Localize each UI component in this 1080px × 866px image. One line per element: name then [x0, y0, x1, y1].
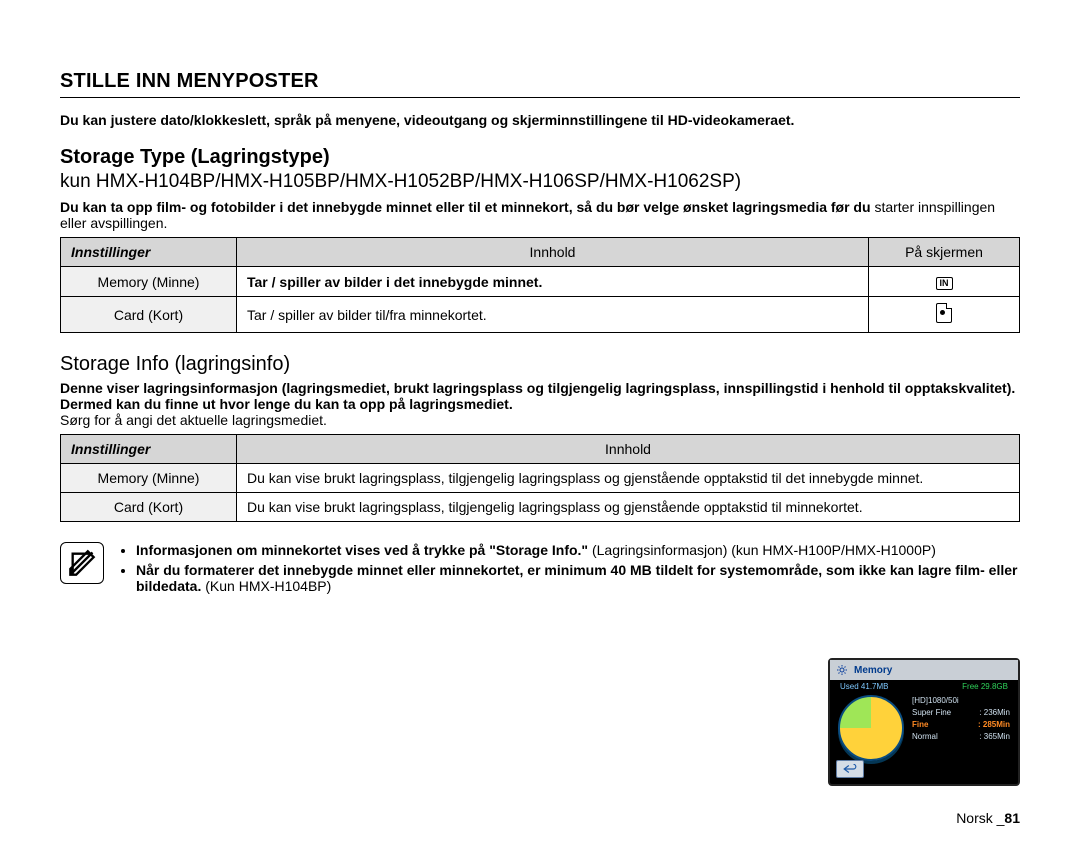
- table-row: Card (Kort) Tar / spiller av bilder til/…: [61, 297, 1020, 333]
- spec-row: Normal: 365Min: [912, 731, 1010, 743]
- note-text: Informasjonen om minnekortet vises ved å…: [118, 542, 1020, 598]
- screen-usage-row: Used 41.7MB Free 29.8GB: [830, 680, 1018, 691]
- internal-memory-icon: IN: [936, 277, 953, 290]
- storage-type-table: Innstillinger Innhold På skjermen Memory…: [60, 237, 1020, 333]
- cell-setting: Card (Kort): [61, 493, 237, 522]
- intro-text: Du kan justere dato/klokkeslett, språk p…: [60, 112, 1020, 128]
- screen-specs: [HD]1080/50i Super Fine: 236Min Fine: 28…: [912, 695, 1010, 761]
- table-header-onscreen: På skjermen: [869, 238, 1020, 267]
- page-heading: STILLE INN MENYPOSTER: [60, 70, 1020, 93]
- heading-rule: [60, 97, 1020, 98]
- cell-content: Tar / spiller av bilder i det innebygde …: [237, 267, 869, 297]
- storage-info-screen: Memory Used 41.7MB Free 29.8GB [HD]1080/…: [828, 658, 1020, 786]
- cell-setting: Memory (Minne): [61, 267, 237, 297]
- table-row: Memory (Minne) Tar / spiller av bilder i…: [61, 267, 1020, 297]
- cell-setting: Memory (Minne): [61, 464, 237, 493]
- section-storage-type-body: Du kan ta opp film- og fotobilder i det …: [60, 199, 1020, 231]
- back-button[interactable]: [836, 760, 864, 778]
- section-storage-info-title: Storage Info (lagringsinfo): [60, 353, 1020, 376]
- cell-content: Tar / spiller av bilder til/fra minnekor…: [237, 297, 869, 333]
- back-arrow-icon: [843, 764, 857, 774]
- memory-card-icon: [936, 303, 952, 323]
- table-header-settings: Innstillinger: [61, 238, 237, 267]
- storage-info-table: Innstillinger Innhold Memory (Minne) Du …: [60, 434, 1020, 522]
- cell-setting: Card (Kort): [61, 297, 237, 333]
- table-row: Memory (Minne) Du kan vise brukt lagring…: [61, 464, 1020, 493]
- cell-icon: IN: [869, 267, 1020, 297]
- table-row: Card (Kort) Du kan vise brukt lagringspl…: [61, 493, 1020, 522]
- spec-row-highlight: Fine: 285Min: [912, 719, 1010, 731]
- manual-page: STILLE INN MENYPOSTER Du kan justere dat…: [0, 0, 1080, 866]
- table-header-settings: Innstillinger: [61, 435, 237, 464]
- spec-mode: [HD]1080/50i: [912, 695, 1010, 707]
- note-icon: [60, 542, 104, 584]
- gear-icon: [836, 664, 848, 676]
- section-storage-type-models: kun HMX-H104BP/HMX-H105BP/HMX-H1052BP/HM…: [60, 171, 1020, 193]
- table-header-content: Innhold: [237, 238, 869, 267]
- table-header-content: Innhold: [237, 435, 1020, 464]
- section-storage-info-body: Denne viser lagringsinformasjon (lagring…: [60, 380, 1020, 428]
- note-block: Informasjonen om minnekortet vises ved å…: [60, 542, 1020, 598]
- spec-row: Super Fine: 236Min: [912, 707, 1010, 719]
- pie-chart-icon: [838, 695, 904, 761]
- section-storage-type-title: Storage Type (Lagringstype): [60, 146, 1020, 169]
- cell-icon: [869, 297, 1020, 333]
- note-bullet: Når du formaterer det innebygde minnet e…: [136, 562, 1020, 594]
- cell-content: Du kan vise brukt lagringsplass, tilgjen…: [237, 464, 1020, 493]
- screen-title: Memory: [854, 665, 892, 676]
- screen-titlebar: Memory: [830, 660, 1018, 680]
- note-bullet: Informasjonen om minnekortet vises ved å…: [136, 542, 1020, 558]
- page-footer: Norsk _81: [956, 810, 1020, 826]
- cell-content: Du kan vise brukt lagringsplass, tilgjen…: [237, 493, 1020, 522]
